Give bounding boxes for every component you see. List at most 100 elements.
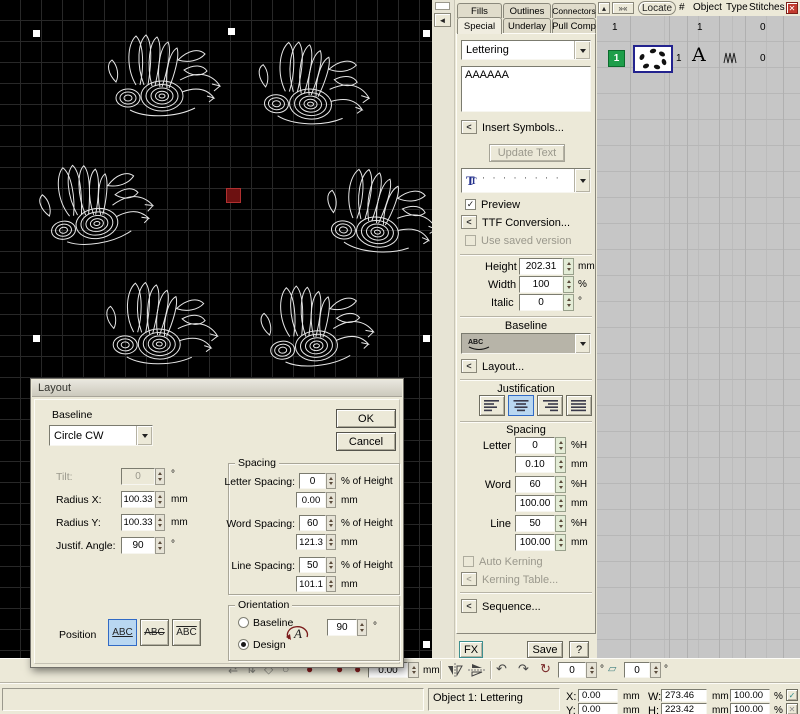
flip-horizontal-button[interactable] — [446, 661, 466, 679]
width-scale-field[interactable] — [730, 689, 770, 702]
justif-angle-input[interactable] — [121, 537, 155, 554]
tab-connectors[interactable]: Connectors — [552, 3, 596, 18]
tab-pull-comp[interactable]: Pull Comp — [552, 18, 596, 33]
width-field[interactable] — [661, 689, 707, 702]
kerning-table-button[interactable]: < — [461, 572, 477, 586]
lettering-motif[interactable] — [256, 40, 373, 128]
line-spacing-mm-input[interactable] — [296, 576, 326, 592]
letter-spacing-pct-input[interactable] — [299, 473, 326, 489]
tilt-stepper[interactable] — [155, 468, 165, 485]
height-scale-field[interactable] — [730, 703, 770, 714]
rotation-center-marker[interactable] — [226, 188, 241, 203]
baseline-select[interactable]: ABC — [461, 333, 591, 354]
panel-collapse-button[interactable]: ◄ — [434, 13, 451, 27]
locate-button[interactable]: Locate — [638, 1, 676, 15]
selection-handle[interactable] — [423, 30, 430, 37]
ttf-conversion-button[interactable]: < — [461, 215, 477, 229]
ok-button[interactable]: OK — [336, 409, 396, 428]
orientation-angle-stepper[interactable] — [357, 619, 367, 636]
letter-spacing-pct-input[interactable] — [515, 437, 555, 454]
sequence-button[interactable]: < — [461, 599, 477, 613]
rotate-cw-icon[interactable]: ↷ — [518, 661, 529, 677]
update-text-button[interactable]: Update Text — [489, 144, 565, 162]
tab-fills[interactable]: Fills — [457, 3, 502, 18]
word-spacing-mm-stepper[interactable] — [555, 495, 566, 512]
selection-handle[interactable] — [423, 641, 430, 648]
rotate-angle-stepper[interactable] — [586, 662, 597, 678]
flip-vertical-button[interactable] — [468, 661, 488, 679]
selection-handle[interactable] — [33, 335, 40, 342]
position-baseline-above-button[interactable]: ABC — [172, 619, 201, 646]
letter-spacing-mm-stepper[interactable] — [326, 492, 336, 508]
lettering-motif[interactable] — [109, 35, 220, 116]
apply-button[interactable]: ✓ — [786, 689, 798, 701]
word-spacing-pct-input[interactable] — [299, 515, 326, 531]
use-saved-version-checkbox[interactable] — [465, 235, 476, 246]
selection-handle[interactable] — [33, 30, 40, 37]
orientation-baseline-radio[interactable] — [238, 617, 249, 628]
skew-angle-stepper[interactable] — [650, 662, 661, 678]
save-button[interactable]: Save — [527, 641, 563, 658]
word-spacing-mm-input[interactable] — [515, 495, 555, 512]
word-spacing-mm-stepper[interactable] — [326, 534, 336, 550]
line-spacing-mm-input[interactable] — [515, 534, 555, 551]
height-field[interactable] — [661, 703, 707, 714]
justify-center-button[interactable] — [508, 395, 534, 416]
word-spacing-mm-input[interactable] — [296, 534, 326, 550]
letter-spacing-mm-input[interactable] — [296, 492, 326, 508]
justify-full-button[interactable] — [566, 395, 592, 416]
justify-right-button[interactable] — [537, 395, 563, 416]
rotate-by-angle-icon[interactable]: ↻ — [540, 661, 551, 677]
lettering-motif[interactable] — [322, 165, 432, 259]
selection-handle[interactable] — [423, 335, 430, 342]
cancel-button[interactable]: Cancel — [336, 432, 396, 451]
font-select[interactable]: TT '''''''' — [461, 168, 591, 193]
word-spacing-pct-stepper[interactable] — [555, 476, 566, 493]
object-row[interactable]: 1 1 A 0 — [597, 42, 800, 74]
cancel-edit-button[interactable]: ✕ — [786, 703, 798, 714]
selection-handle[interactable] — [228, 28, 235, 35]
skew-icon[interactable]: ▱ — [608, 662, 616, 675]
x-position-field[interactable] — [578, 689, 618, 702]
layout-button[interactable]: < — [461, 359, 477, 373]
radius-y-input[interactable] — [121, 514, 155, 531]
line-spacing-mm-stepper[interactable] — [555, 534, 566, 551]
italic-input[interactable] — [519, 294, 563, 311]
lettering-motif[interactable] — [259, 281, 376, 369]
height-input[interactable] — [519, 258, 563, 275]
orientation-design-label[interactable]: Design — [253, 639, 286, 651]
width-input[interactable] — [519, 276, 563, 293]
object-list-body[interactable]: 1 1 0 1 1 A 0 — [597, 16, 800, 658]
justif-angle-stepper[interactable] — [155, 537, 165, 554]
help-button[interactable]: ? — [569, 641, 589, 658]
width-stepper[interactable] — [563, 276, 574, 293]
position-baseline-below-button[interactable]: ABC — [108, 619, 137, 646]
insert-symbols-label[interactable]: Insert Symbols... — [482, 122, 564, 134]
object-thumbnail[interactable] — [633, 45, 673, 73]
fx-button[interactable]: FX — [459, 641, 483, 658]
chevron-down-icon[interactable] — [136, 426, 152, 445]
nudge-distance-stepper[interactable] — [408, 662, 419, 678]
y-position-field[interactable] — [578, 703, 618, 714]
lettering-motif[interactable] — [105, 281, 219, 366]
tab-special[interactable]: Special — [457, 17, 502, 34]
letter-spacing-pct-stepper[interactable] — [555, 437, 566, 454]
letter-spacing-pct-stepper[interactable] — [326, 473, 336, 489]
tab-underlay[interactable]: Underlay — [503, 18, 551, 33]
tab-outlines[interactable]: Outlines — [503, 3, 551, 18]
rotate-ccw-icon[interactable]: ↶ — [496, 661, 507, 677]
baseline-type-select[interactable]: Circle CW — [49, 425, 153, 446]
skew-angle-input[interactable] — [624, 662, 650, 678]
chevron-down-icon[interactable] — [574, 334, 590, 353]
orientation-design-radio[interactable] — [238, 639, 249, 650]
radius-x-input[interactable] — [121, 491, 155, 508]
height-stepper[interactable] — [563, 258, 574, 275]
color-badge[interactable]: 1 — [608, 50, 625, 67]
line-spacing-mm-stepper[interactable] — [326, 576, 336, 592]
line-spacing-pct-stepper[interactable] — [326, 557, 336, 573]
letter-spacing-mm-input[interactable] — [515, 456, 555, 473]
preview-checkbox[interactable]: ✓ — [465, 199, 476, 210]
panel-grip[interactable] — [435, 2, 450, 10]
line-spacing-pct-stepper[interactable] — [555, 515, 566, 532]
line-spacing-pct-input[interactable] — [299, 557, 326, 573]
